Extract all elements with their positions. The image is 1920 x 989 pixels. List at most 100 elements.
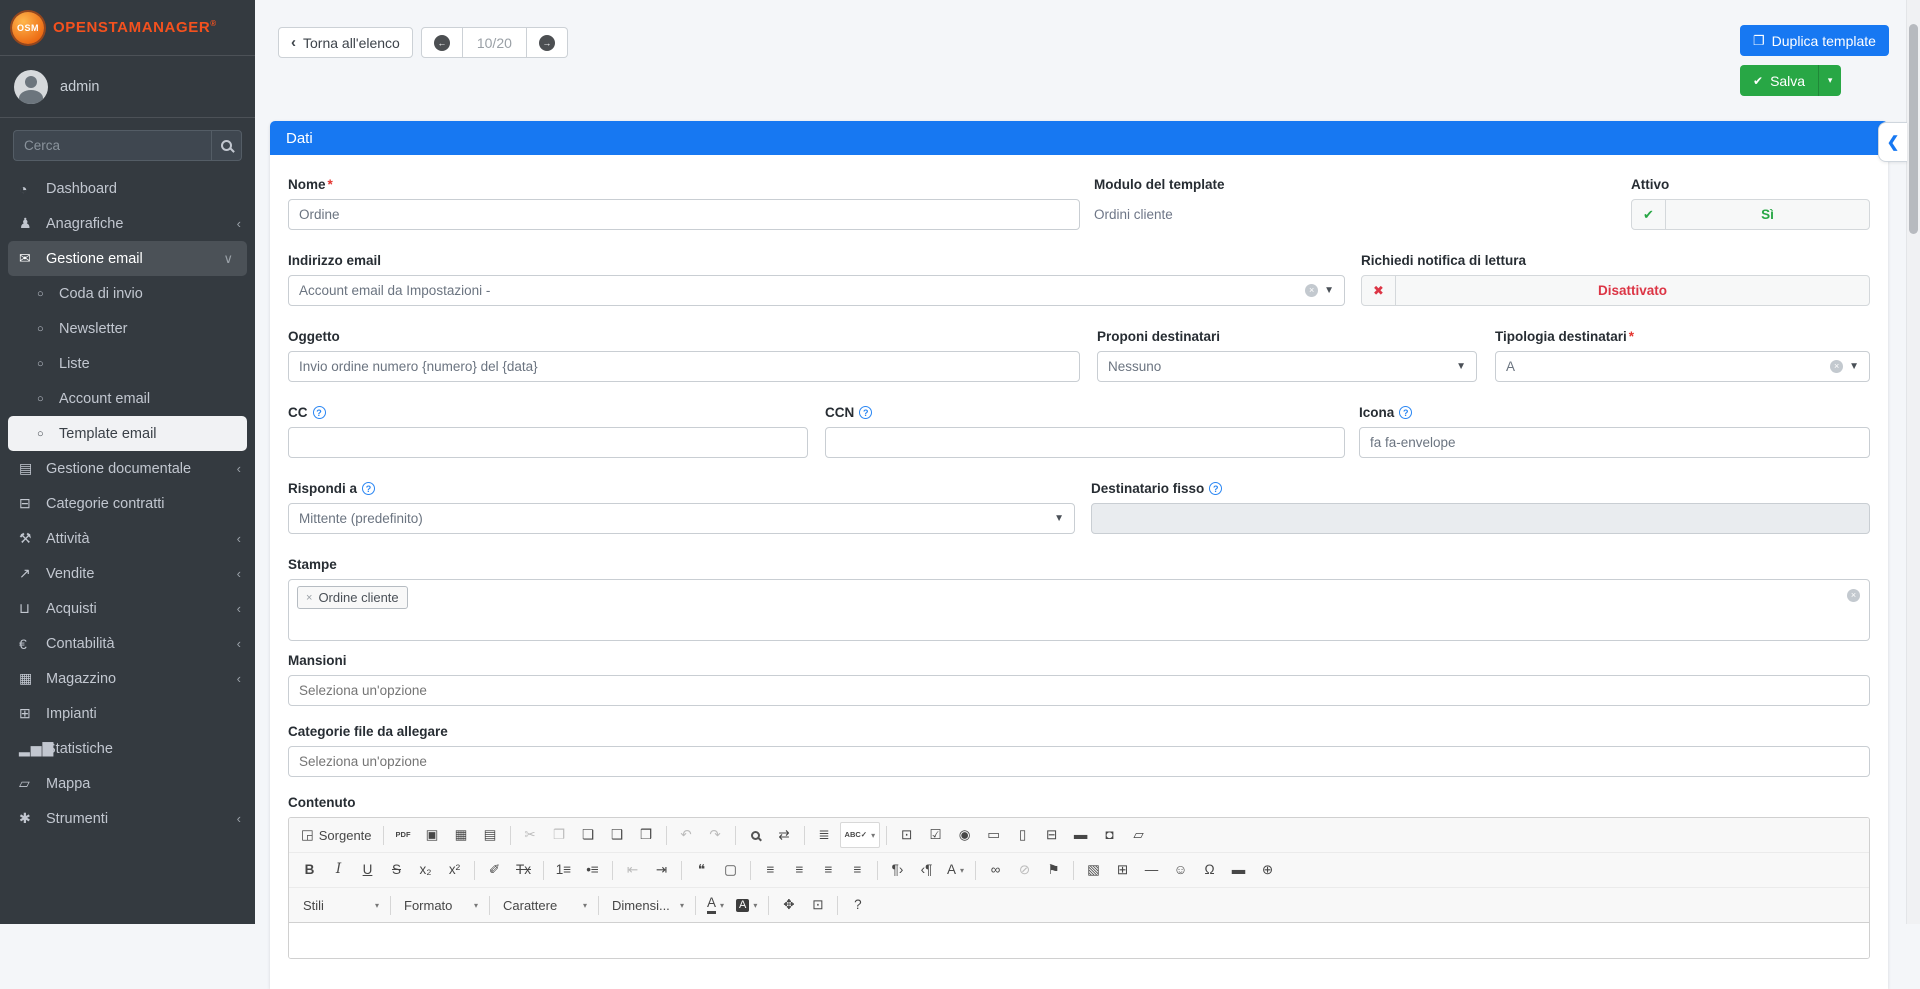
styles-combo[interactable]: Stili▾ — [296, 892, 384, 918]
help-icon[interactable]: ? — [1209, 482, 1222, 495]
bidi-rtl-button[interactable]: ‹¶ — [913, 857, 940, 883]
print-button[interactable]: ▦ — [448, 822, 475, 848]
sidebar-item-acquisti[interactable]: ⊔Acquisti‹ — [0, 591, 255, 626]
rispondi-select[interactable]: Mittente (predefinito) ▼ — [288, 503, 1075, 534]
format-combo[interactable]: Formato▾ — [397, 892, 483, 918]
editor-content-area[interactable] — [289, 922, 1869, 958]
duplicate-template-button[interactable]: ❐ Duplica template — [1740, 25, 1889, 56]
sidebar-item-mappa[interactable]: ▱Mappa — [0, 766, 255, 801]
text-field-button[interactable]: ▭ — [980, 822, 1007, 848]
sidebar-item-magazzino[interactable]: ▦Magazzino‹ — [0, 661, 255, 696]
div-container-button[interactable]: ▢ — [717, 857, 744, 883]
tipologia-select[interactable]: A × ▼ — [1495, 351, 1870, 382]
numbered-list-button[interactable]: 1≡ — [550, 857, 577, 883]
templates-button[interactable]: ▤ — [477, 822, 504, 848]
image-button-button[interactable]: ◘ — [1096, 822, 1123, 848]
help-icon[interactable]: ? — [362, 482, 375, 495]
radio-button[interactable]: ◉ — [951, 822, 978, 848]
copy-formatting-button[interactable]: ✐ — [481, 857, 508, 883]
copy-button[interactable]: ❐ — [546, 822, 573, 848]
bg-color-button[interactable]: A▾ — [731, 892, 762, 918]
bulleted-list-button[interactable]: •≡ — [579, 857, 606, 883]
bidi-ltr-button[interactable]: ¶› — [884, 857, 911, 883]
search-button[interactable] — [211, 130, 242, 161]
sidebar-item-dashboard[interactable]: ◔Dashboard — [0, 171, 255, 206]
sidebar-item-statistiche[interactable]: ▂▅▇Statistiche — [0, 731, 255, 766]
align-center-button[interactable]: ≡ — [786, 857, 813, 883]
export-pdf-button[interactable]: PDF — [390, 822, 417, 848]
link-button[interactable]: ∞ — [982, 857, 1009, 883]
blockquote-button[interactable]: ❝ — [688, 857, 715, 883]
size-combo[interactable]: Dimensi...▾ — [605, 892, 689, 918]
align-left-button[interactable]: ≡ — [757, 857, 784, 883]
hidden-field-button[interactable]: ▱ — [1125, 822, 1152, 848]
redo-button[interactable]: ↷ — [702, 822, 729, 848]
attivo-toggle[interactable]: ✔ Sì — [1631, 199, 1870, 230]
strikethrough-button[interactable]: S — [383, 857, 410, 883]
sidebar-item-gestione-documentale[interactable]: ▤Gestione documentale‹ — [0, 451, 255, 486]
clear-icon[interactable]: × — [1847, 589, 1860, 602]
sidebar-item-account-email[interactable]: ○Account email — [0, 381, 255, 416]
proponi-select[interactable]: Nessuno ▼ — [1097, 351, 1477, 382]
mansioni-select[interactable] — [288, 675, 1870, 706]
icona-input[interactable] — [1359, 427, 1870, 458]
remove-tag-icon[interactable]: × — [306, 592, 312, 604]
categorie-select[interactable] — [288, 746, 1870, 777]
italic-button[interactable]: I — [325, 857, 352, 883]
save-dropdown-toggle[interactable]: ▾ — [1818, 65, 1841, 96]
ccn-input[interactable] — [825, 427, 1345, 458]
replace-button[interactable]: ⇄ — [771, 822, 798, 848]
table-button[interactable]: ⊞ — [1109, 857, 1136, 883]
subscript-button[interactable]: x₂ — [412, 857, 439, 883]
language-button[interactable]: A▾ — [942, 857, 969, 883]
help-icon[interactable]: ? — [859, 406, 872, 419]
cc-input[interactable] — [288, 427, 808, 458]
sidebar-item-attivit-[interactable]: ⚒Attività‹ — [0, 521, 255, 556]
indent-button[interactable]: ⇥ — [648, 857, 675, 883]
clear-icon[interactable]: × — [1830, 360, 1843, 373]
preview-button[interactable]: ▣ — [419, 822, 446, 848]
paste-text-button[interactable]: ❑ — [604, 822, 631, 848]
back-to-list-button[interactable]: ‹ Torna all'elenco — [278, 27, 413, 58]
stampe-multiselect[interactable]: × Ordine cliente × — [288, 579, 1870, 641]
scrollbar-thumb[interactable] — [1909, 24, 1918, 234]
font-combo[interactable]: Carattere▾ — [496, 892, 592, 918]
sidebar-item-vendite[interactable]: ↗Vendite‹ — [0, 556, 255, 591]
help-icon[interactable]: ? — [1399, 406, 1412, 419]
iframe-button[interactable]: ⊕ — [1254, 857, 1281, 883]
align-justify-button[interactable]: ≡ — [844, 857, 871, 883]
show-blocks-button[interactable]: ⊡ — [804, 892, 831, 918]
maximize-button[interactable]: ✥ — [775, 892, 802, 918]
save-button[interactable]: ✔ Salva — [1740, 65, 1818, 96]
undo-button[interactable]: ↶ — [673, 822, 700, 848]
push-button-button[interactable]: ▬ — [1067, 822, 1094, 848]
paste-word-button[interactable]: ❒ — [633, 822, 660, 848]
nome-input[interactable] — [288, 199, 1080, 230]
oggetto-input[interactable] — [288, 351, 1080, 382]
text-color-button[interactable]: A▾ — [702, 892, 729, 918]
source-button[interactable]: ◲Sorgente — [296, 822, 377, 848]
page-break-button[interactable]: ▬ — [1225, 857, 1252, 883]
sidebar-item-newsletter[interactable]: ○Newsletter — [0, 311, 255, 346]
about-button[interactable]: ? — [844, 892, 871, 918]
paste-button[interactable]: ❏ — [575, 822, 602, 848]
collapse-panel-button[interactable]: ❮ — [1878, 122, 1907, 162]
image-button[interactable]: ▧ — [1080, 857, 1107, 883]
sidebar-item-impianti[interactable]: ⊞Impianti — [0, 696, 255, 731]
sidebar-item-coda-di-invio[interactable]: ○Coda di invio — [0, 276, 255, 311]
cut-button[interactable]: ✂ — [517, 822, 544, 848]
remove-format-button[interactable]: Tx — [510, 857, 537, 883]
select-field-button[interactable]: ⊟ — [1038, 822, 1065, 848]
form-button[interactable]: ⊡ — [893, 822, 920, 848]
sidebar-item-gestione-email[interactable]: ✉Gestione email∨ — [8, 241, 247, 276]
bold-button[interactable]: B — [296, 857, 323, 883]
prev-record-button[interactable]: ← — [421, 27, 463, 58]
checkbox-button[interactable]: ☑ — [922, 822, 949, 848]
sidebar-item-template-email[interactable]: ○Template email — [8, 416, 247, 451]
brand[interactable]: OSM OpenSTAManager® — [0, 0, 255, 56]
outdent-button[interactable]: ⇤ — [619, 857, 646, 883]
indirizzo-email-select[interactable]: Account email da Impostazioni - × ▼ — [288, 275, 1345, 306]
help-icon[interactable]: ? — [313, 406, 326, 419]
select-all-button[interactable]: ≣ — [811, 822, 838, 848]
find-button[interactable] — [742, 822, 769, 848]
